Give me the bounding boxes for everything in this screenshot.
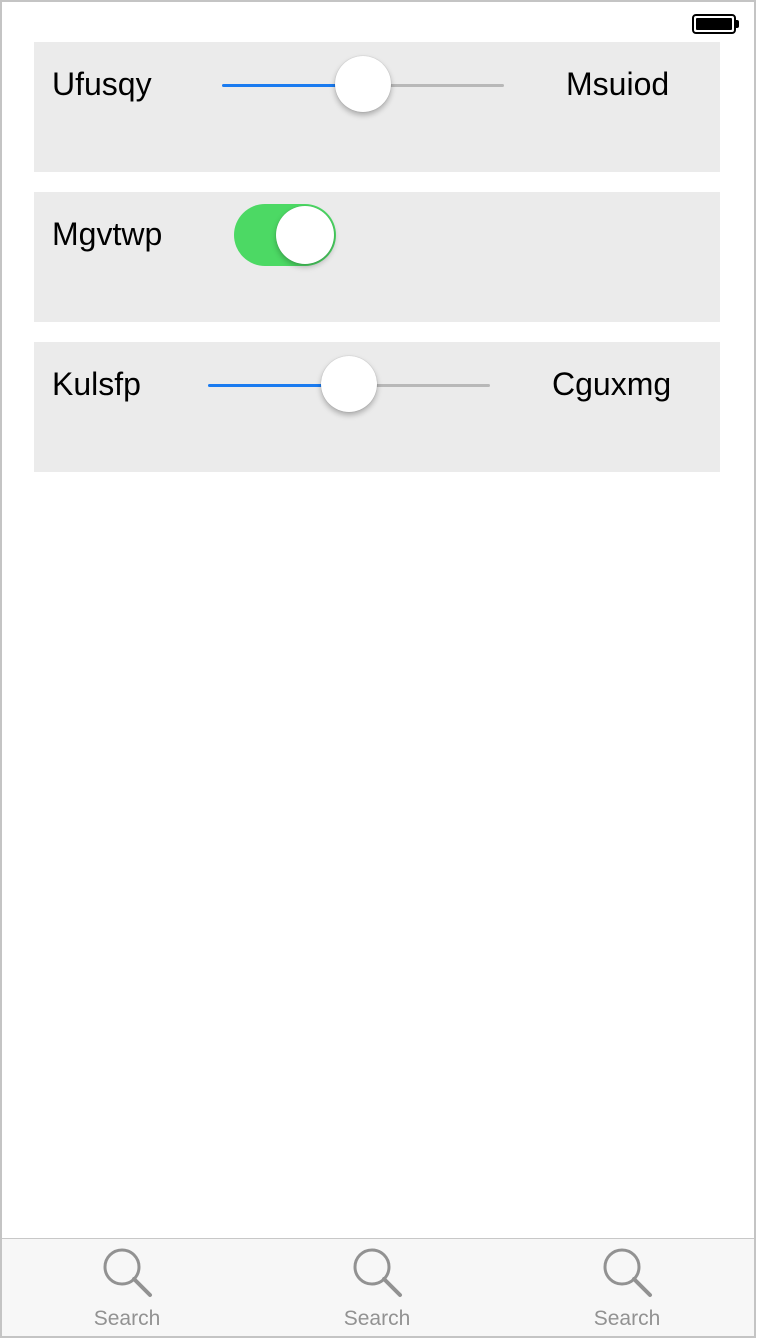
- slider-label-right: Msuiod: [566, 66, 670, 102]
- slider-thumb[interactable]: [321, 356, 377, 412]
- slider-label-right: Cguxmg: [552, 366, 672, 402]
- tab-search-1[interactable]: Search: [2, 1239, 252, 1336]
- slider-ufusqy[interactable]: [222, 56, 504, 114]
- toggle-knob[interactable]: [276, 206, 334, 264]
- switch-label: Mgvtwp: [52, 216, 163, 252]
- tab-search-3[interactable]: Search: [502, 1239, 752, 1336]
- slider-kulsfp[interactable]: [208, 356, 490, 414]
- search-icon: [603, 1248, 652, 1297]
- slider-label-left: Ufusqy: [52, 66, 152, 102]
- slider-label-left: Kulsfp: [52, 366, 141, 402]
- tab-search-2[interactable]: Search: [252, 1239, 502, 1336]
- search-icon: [103, 1248, 152, 1297]
- toggle-switch-mgvtwp[interactable]: [234, 204, 336, 266]
- slider-row-ufusqy: Ufusqy Msuiod: [34, 42, 720, 172]
- tab-bar: Search Search Search: [2, 1238, 754, 1336]
- switch-row-mgvtwp: Mgvtwp: [34, 192, 720, 322]
- tab-label: Search: [593, 1307, 661, 1330]
- battery-icon: [692, 14, 739, 34]
- slider-row-kulsfp: Kulsfp Cguxmg: [34, 342, 720, 472]
- device-frame: Ufusqy Msuiod Mgvtwp Kulsfp Cguxmg Searc…: [0, 0, 756, 1338]
- slider-thumb[interactable]: [335, 56, 391, 112]
- search-icon: [353, 1248, 402, 1297]
- tab-label: Search: [93, 1307, 161, 1330]
- tab-label: Search: [343, 1307, 411, 1330]
